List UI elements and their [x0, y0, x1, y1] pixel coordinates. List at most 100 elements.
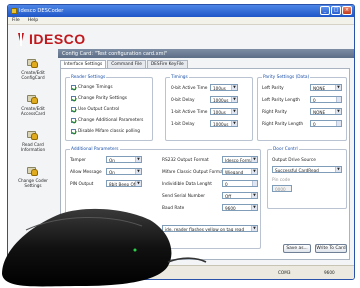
select-value: 100us — [213, 110, 226, 115]
sidebar-item-read-card[interactable]: Read Card Information — [8, 130, 58, 152]
reader-settings-group: Reader Settings Change Timings Change Pa… — [65, 75, 153, 141]
dropdown-arrow-icon: ▼ — [251, 157, 257, 162]
write-to-card-button[interactable]: Write To Card — [315, 244, 347, 253]
card-hand-icon — [27, 58, 39, 68]
select-value: 100us — [213, 86, 226, 91]
field-label: Tamper — [70, 158, 86, 163]
additional-params-group: Additional Parameters Tamper On ▼ Allow M… — [65, 147, 261, 249]
dropdown-arrow-icon: ▼ — [231, 85, 237, 90]
select-right-parity[interactable]: NONE ▼ — [310, 108, 342, 115]
field-label: Send Serial Number — [162, 194, 205, 199]
field-label: Output Drive Source — [272, 158, 316, 163]
field-label: 0-bit Active Time — [171, 86, 208, 91]
spinner-icon[interactable] — [252, 181, 257, 186]
select-send-serial[interactable]: Off ▼ — [222, 192, 258, 199]
timings-group: Timings 0-bit Active Time 100us ▼ 0-bit D… — [165, 75, 253, 141]
field-label: Left Parity Length — [262, 98, 300, 103]
menu-file[interactable]: File — [12, 18, 20, 24]
save-as-button[interactable]: Save as... — [283, 244, 311, 253]
select-baud-rate[interactable]: 9600 ▼ — [222, 204, 258, 211]
field-label: Right Parity Length — [262, 122, 304, 127]
tab-command-file[interactable]: Command File — [107, 60, 146, 68]
tab-interface-settings[interactable]: Interface Settings — [60, 60, 107, 68]
dropdown-arrow-icon: ▼ — [135, 157, 141, 162]
dropdown-arrow-icon: ▼ — [335, 167, 341, 172]
sidebar-label: AccessCard — [20, 111, 46, 116]
select-output-drive-source[interactable]: Successful CardRead ▼ — [272, 166, 342, 173]
left-parity-length-input[interactable]: 0 — [310, 96, 342, 103]
select-value: On — [109, 170, 115, 175]
checkbox-box[interactable] — [71, 118, 76, 123]
select-led-mode[interactable]: ide, reader flashes yellow on tag read ▼ — [162, 225, 258, 232]
menu-bar: File Help — [8, 17, 354, 25]
pin-code-input[interactable]: 0000 — [272, 185, 292, 192]
select-value: NONE — [313, 110, 326, 115]
select-value: 1000us — [213, 122, 229, 127]
checkbox-box[interactable] — [71, 85, 76, 90]
select-value: Wiegand — [225, 170, 244, 175]
group-title: Timings — [170, 75, 189, 80]
group-title: Additional Parameters — [70, 147, 120, 152]
select-0bit-delay[interactable]: 1000us ▼ — [210, 96, 238, 103]
card-hand-icon — [27, 130, 39, 140]
sidebar-label: Information — [20, 147, 46, 152]
dropdown-arrow-icon: ▼ — [135, 181, 141, 186]
group-title: Parity Settings (Data) — [262, 75, 311, 80]
dropdown-arrow-icon: ▼ — [231, 109, 237, 114]
select-allow-message[interactable]: On ▼ — [106, 168, 142, 175]
field-label: 0-bit Delay — [171, 98, 195, 103]
checkbox-label: Disable Mifare classic polling — [78, 129, 141, 134]
checkbox-change-parity[interactable]: Change Parity Settings — [71, 96, 127, 101]
spinner-icon[interactable] — [336, 97, 341, 102]
select-1bit-delay[interactable]: 1000us ▼ — [210, 120, 238, 127]
select-0bit-active[interactable]: 100us ▼ — [210, 84, 238, 91]
checkbox-box[interactable] — [71, 129, 76, 134]
right-parity-length-input[interactable]: 0 — [310, 120, 342, 127]
field-label: 1-bit Active Time — [171, 110, 208, 115]
checkbox-additional-params[interactable]: Change Additional Parameters — [71, 118, 143, 123]
checkbox-disable-mifare[interactable]: Disable Mifare classic polling — [71, 129, 140, 134]
dropdown-arrow-icon: ▼ — [251, 169, 257, 174]
select-value: NONE — [313, 86, 326, 91]
dropdown-arrow-icon: ▼ — [135, 169, 141, 174]
select-1bit-active[interactable]: 100us ▼ — [210, 108, 238, 115]
card-hand-icon — [27, 94, 39, 104]
window-title: Idesco DESCoder — [19, 8, 64, 14]
config-card-header: Config Card: "Test configuration card.xm… — [58, 49, 354, 58]
sidebar: Create/Edit ConfigCard Create/Edit Acces… — [8, 50, 58, 260]
checkbox-label: Change Additional Parameters — [78, 118, 144, 123]
sidebar-item-coder-settings[interactable]: Change Coder Settings — [8, 166, 58, 188]
close-button[interactable]: × — [342, 6, 352, 15]
status-text: Connected (Access — [18, 270, 58, 275]
tab-strip: Interface Settings Command File DESFire … — [60, 60, 188, 68]
sidebar-item-access-card[interactable]: Create/Edit AccessCard — [8, 94, 58, 116]
indivisible-length-input[interactable]: 0 — [222, 180, 258, 187]
sidebar-label: ConfigCard — [21, 75, 45, 80]
maximize-button[interactable]: □ — [331, 6, 341, 15]
field-label: 1-bit Delay — [171, 122, 195, 127]
sidebar-item-config-card[interactable]: Create/Edit ConfigCard — [8, 58, 58, 80]
select-left-parity[interactable]: NONE ▼ — [310, 84, 342, 91]
menu-help[interactable]: Help — [28, 18, 38, 24]
spinner-icon[interactable] — [336, 121, 341, 126]
checkbox-change-timings[interactable]: Change Timings — [71, 85, 113, 90]
baud-text: 9600 — [324, 270, 335, 275]
sidebar-label: Settings — [24, 183, 42, 188]
minimize-button[interactable]: _ — [320, 6, 330, 15]
field-label: Right Parity — [262, 110, 287, 115]
group-title: Reader Settings — [70, 75, 107, 80]
checkbox-label: Use Output Control — [78, 107, 120, 112]
app-icon — [11, 8, 17, 14]
select-pin-output[interactable]: 8bit Beep ON ▼ — [106, 180, 142, 187]
select-mifare-format[interactable]: Wiegand ▼ — [222, 168, 258, 175]
connection-icon — [10, 270, 16, 276]
checkbox-output-control[interactable]: Use Output Control — [71, 107, 119, 112]
tab-desfire-keyfile[interactable]: DESFire KeyFile — [146, 60, 188, 68]
select-tamper[interactable]: On ▼ — [106, 156, 142, 163]
select-rs232-format[interactable]: Idesco Format ▼ — [222, 156, 258, 163]
checkbox-box[interactable] — [71, 96, 76, 101]
idesco-logo: IDESCO — [16, 29, 86, 49]
checkbox-box[interactable] — [71, 107, 76, 112]
dropdown-arrow-icon: ▼ — [231, 97, 237, 102]
dropdown-arrow-icon: ▼ — [335, 109, 341, 114]
